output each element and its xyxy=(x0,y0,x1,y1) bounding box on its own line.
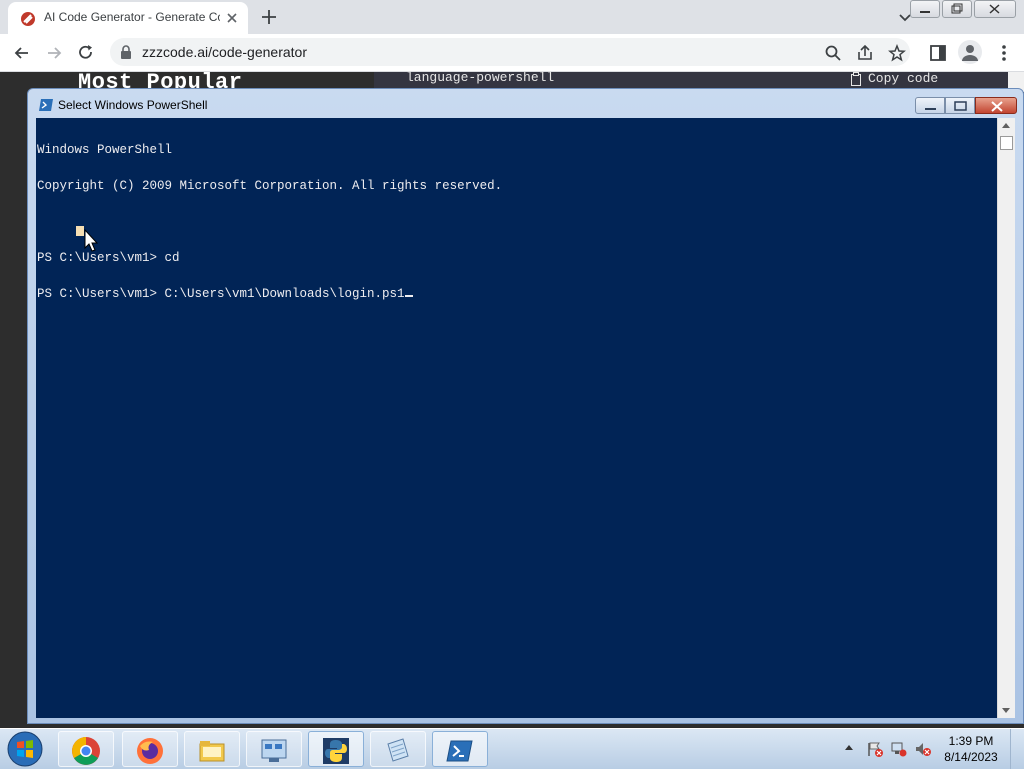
window-caption-buttons xyxy=(910,0,1016,18)
forward-arrow-icon[interactable] xyxy=(44,43,64,63)
console-prompt-line: PS C:\Users\vm1> C:\Users\vm1\Downloads\… xyxy=(37,288,997,300)
taskbar-powershell[interactable] xyxy=(432,731,488,767)
taskbar-firefox[interactable] xyxy=(122,731,178,767)
lock-icon[interactable] xyxy=(118,44,134,60)
close-tab-icon[interactable] xyxy=(224,10,240,26)
action-center-flag-icon[interactable] xyxy=(866,741,884,757)
file-explorer-icon xyxy=(199,741,225,762)
search-icon[interactable] xyxy=(824,44,842,62)
powershell-caption-buttons xyxy=(915,97,1017,114)
bookmark-star-icon[interactable] xyxy=(888,44,906,62)
show-hidden-icons-chevron-icon[interactable] xyxy=(845,745,853,750)
console-line: PS C:\Users\vm1> cd xyxy=(37,251,180,265)
console-command: PS C:\Users\vm1> C:\Users\vm1\Downloads\… xyxy=(37,287,405,301)
scroll-up-arrow-icon[interactable] xyxy=(1002,123,1010,128)
windows-taskbar: 1:39 PM 8/14/2023 xyxy=(0,728,1024,769)
powershell-icon xyxy=(39,99,53,111)
chrome-icon xyxy=(72,737,100,765)
minimize-button[interactable] xyxy=(910,0,940,18)
firefox-icon xyxy=(137,738,163,764)
python-icon xyxy=(323,738,349,764)
ps-minimize-button[interactable] xyxy=(915,97,945,114)
maximize-icon xyxy=(954,101,967,111)
control-panel-icon xyxy=(261,739,287,762)
console-vertical-scrollbar[interactable] xyxy=(997,118,1015,718)
taskbar-file-explorer[interactable] xyxy=(184,731,240,767)
side-panel-icon[interactable] xyxy=(928,43,948,63)
tab-title: AI Code Generator - Generate Co xyxy=(44,10,220,24)
close-window-button[interactable] xyxy=(974,0,1016,18)
minimize-icon xyxy=(925,108,936,110)
system-clock[interactable]: 1:39 PM 8/14/2023 xyxy=(940,733,1002,765)
clock-time: 1:39 PM xyxy=(948,734,994,748)
powershell-console[interactable]: Windows PowerShell Copyright (C) 2009 Mi… xyxy=(36,118,997,718)
taskbar-chrome[interactable] xyxy=(58,731,114,767)
console-line: Windows PowerShell xyxy=(37,143,173,157)
browser-tab-strip: AI Code Generator - Generate Co xyxy=(0,0,1024,34)
notepad-icon xyxy=(387,738,409,762)
minimize-icon xyxy=(920,11,930,13)
console-line: Copyright (C) 2009 Microsoft Corporation… xyxy=(37,179,503,193)
url-text: zzzcode.ai/code-generator xyxy=(142,44,307,60)
browser-toolbar: zzzcode.ai/code-generator xyxy=(0,34,1024,72)
address-bar[interactable]: zzzcode.ai/code-generator xyxy=(110,38,910,66)
taskbar-python[interactable] xyxy=(308,731,364,767)
text-cursor xyxy=(404,295,413,297)
copy-code-label: Copy code xyxy=(868,71,939,86)
powershell-window: Select Windows PowerShell Windows PowerS… xyxy=(27,88,1024,724)
new-tab-icon[interactable] xyxy=(260,8,278,26)
taskbar-control-panel[interactable] xyxy=(246,731,302,767)
avatar-icon xyxy=(962,45,978,61)
more-menu-icon[interactable] xyxy=(994,43,1014,63)
mouse-cursor-icon xyxy=(76,226,98,252)
close-icon xyxy=(991,101,1003,112)
restore-button[interactable] xyxy=(942,0,972,18)
reload-icon[interactable] xyxy=(76,43,96,63)
code-language-label: language-powershell xyxy=(406,70,555,85)
restore-icon xyxy=(951,3,963,14)
scroll-down-arrow-icon[interactable] xyxy=(1002,708,1010,713)
close-icon xyxy=(989,4,1000,14)
powershell-icon xyxy=(446,740,473,762)
profile-avatar-button[interactable] xyxy=(958,40,982,64)
back-arrow-icon[interactable] xyxy=(12,43,32,63)
share-icon[interactable] xyxy=(856,44,874,62)
clipboard-icon xyxy=(851,71,861,86)
network-icon[interactable] xyxy=(890,741,908,757)
clock-date: 8/14/2023 xyxy=(944,750,998,764)
copy-code-button[interactable]: Copy code xyxy=(850,71,938,86)
start-button-icon[interactable] xyxy=(5,730,45,768)
show-desktop-button[interactable] xyxy=(1010,729,1024,769)
ps-close-button[interactable] xyxy=(975,97,1017,114)
volume-muted-icon[interactable] xyxy=(914,741,932,757)
taskbar-notepad[interactable] xyxy=(370,731,426,767)
powershell-title: Select Windows PowerShell xyxy=(58,98,208,112)
scrollbar-thumb[interactable] xyxy=(1000,136,1013,150)
ps-maximize-button[interactable] xyxy=(945,97,975,114)
browser-tab[interactable]: AI Code Generator - Generate Co xyxy=(8,2,248,34)
zzzcode-favicon-icon xyxy=(21,12,35,26)
